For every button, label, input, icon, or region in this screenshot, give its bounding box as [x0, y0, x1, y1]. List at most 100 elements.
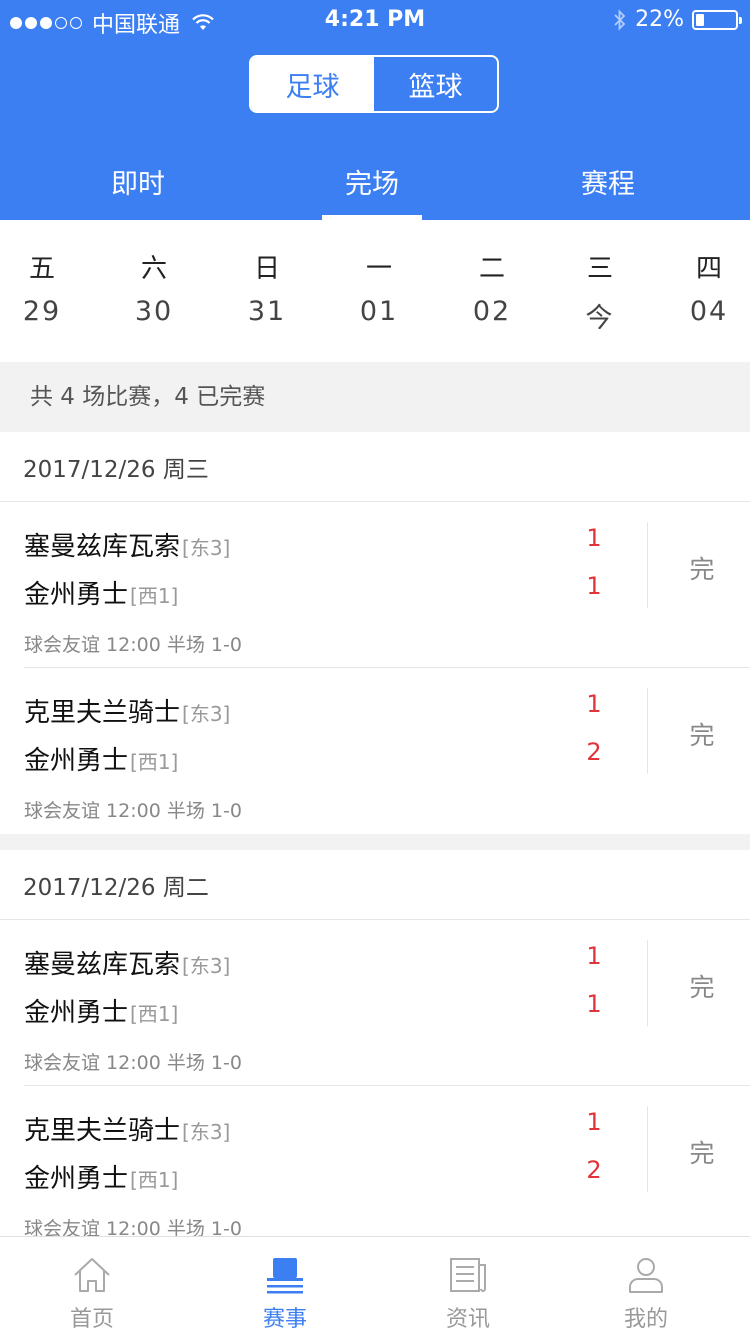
match-meta: 球会友谊 12:00 半场 1-0	[24, 1052, 242, 1074]
date-weekday: 一	[365, 254, 392, 284]
team-name: 克里夫兰骑士	[24, 1116, 181, 1146]
team-name: 塞曼兹库瓦索	[24, 532, 181, 562]
date-number: 01	[359, 296, 399, 327]
team-name: 克里夫兰骑士	[24, 698, 181, 728]
home-team: 克里夫兰骑士 [东3]	[24, 1110, 230, 1147]
team-name: 金州勇士	[24, 1164, 129, 1194]
match-group: 2017/12/26 周二 塞曼兹库瓦索 [东3] 金州勇士 [西1] 1 1 完 …	[0, 850, 750, 1240]
date-weekday: 三	[586, 254, 613, 284]
home-team: 塞曼兹库瓦索 [东3]	[24, 526, 230, 563]
team-rank: [东3]	[182, 1120, 231, 1144]
away-team: 金州勇士 [西1]	[24, 992, 178, 1029]
date-number: 29	[22, 296, 62, 327]
bottom-nav: 首页 赛事 资讯 我的	[0, 1236, 750, 1334]
battery-percent: 22%	[635, 7, 684, 32]
app-header: 中国联通 4:21 PM 22% 足球 篮球 即时 完场 赛程	[0, 0, 750, 220]
match-row[interactable]: 塞曼兹库瓦索 [东3] 金州勇士 [西1] 1 1 完 球会友谊 12:00 半场 …	[24, 502, 750, 668]
team-rank: [西1]	[130, 584, 179, 608]
home-score: 1	[586, 690, 602, 718]
team-name: 金州勇士	[24, 746, 129, 776]
match-meta: 球会友谊 12:00 半场 1-0	[24, 800, 242, 822]
home-team: 克里夫兰骑士 [东3]	[24, 692, 230, 729]
group-date-header: 2017/12/26 周二	[0, 850, 750, 920]
team-rank: [东3]	[182, 702, 231, 726]
news-icon	[450, 1258, 486, 1292]
sport-switch: 足球 篮球	[249, 55, 499, 113]
tab-schedule[interactable]: 赛程	[538, 162, 678, 201]
date-weekday: 四	[695, 254, 722, 284]
match-group: 2017/12/26 周三 塞曼兹库瓦索 [东3] 金州勇士 [西1] 1 1 完 …	[0, 432, 750, 834]
date-number: 31	[247, 296, 287, 327]
nav-label: 资讯	[445, 1307, 490, 1332]
match-status: 完	[689, 555, 715, 584]
team-rank: [东3]	[182, 954, 231, 978]
away-score: 2	[586, 738, 602, 766]
row-divider	[647, 1106, 648, 1192]
away-score: 1	[586, 990, 602, 1018]
nav-matches[interactable]: 赛事	[225, 1237, 345, 1334]
date-weekday: 五	[28, 254, 55, 284]
team-name: 金州勇士	[24, 580, 129, 610]
date-number: 02	[472, 296, 512, 327]
away-team: 金州勇士 [西1]	[24, 574, 178, 611]
status-right: 22%	[613, 7, 742, 32]
team-name: 金州勇士	[24, 998, 129, 1028]
group-date-header: 2017/12/26 周三	[0, 432, 750, 502]
date-strip: 五 29 六 30 日 31 一 01 二 02 三 今 四 04	[0, 220, 750, 362]
team-rank: [东3]	[182, 536, 231, 560]
date-item[interactable]: 六 30	[114, 248, 194, 327]
team-rank: [西1]	[130, 750, 179, 774]
tab-bar: 即时 完场 赛程	[0, 150, 750, 220]
row-divider	[647, 688, 648, 774]
nav-news[interactable]: 资讯	[408, 1237, 528, 1334]
date-item[interactable]: 五 29	[2, 248, 82, 327]
home-score: 1	[586, 942, 602, 970]
nav-me[interactable]: 我的	[586, 1237, 706, 1334]
row-divider	[647, 940, 648, 1026]
match-row[interactable]: 塞曼兹库瓦索 [东3] 金州勇士 [西1] 1 1 完 球会友谊 12:00 半场 …	[24, 920, 750, 1086]
row-divider	[647, 522, 648, 608]
date-number: 30	[134, 296, 174, 327]
user-icon	[629, 1258, 663, 1293]
date-number: 今	[585, 303, 615, 334]
status-bar: 中国联通 4:21 PM 22%	[0, 0, 750, 40]
away-team: 金州勇士 [西1]	[24, 1158, 178, 1195]
match-row[interactable]: 克里夫兰骑士 [东3] 金州勇士 [西1] 1 2 完 球会友谊 12:00 半场 …	[24, 668, 750, 834]
match-meta: 球会友谊 12:00 半场 1-0	[24, 634, 242, 656]
date-number: 04	[689, 296, 729, 327]
date-item[interactable]: 四 04	[669, 248, 749, 327]
date-item[interactable]: 二 02	[452, 248, 532, 327]
sport-basketball-button[interactable]: 篮球	[374, 57, 497, 111]
home-icon	[74, 1258, 110, 1292]
battery-icon	[692, 9, 742, 30]
date-item-today[interactable]: 三 今	[560, 248, 640, 335]
tab-live[interactable]: 即时	[68, 162, 208, 201]
match-status: 完	[689, 1139, 715, 1168]
team-rank: [西1]	[130, 1002, 179, 1026]
date-item[interactable]: 日 31	[227, 248, 307, 327]
sport-football-button[interactable]: 足球	[251, 57, 374, 111]
match-status: 完	[689, 973, 715, 1002]
date-weekday: 二	[478, 254, 505, 284]
nav-label: 首页	[69, 1307, 114, 1332]
match-row[interactable]: 克里夫兰骑士 [东3] 金州勇士 [西1] 1 2 完 球会友谊 12:00 半场 …	[24, 1086, 750, 1252]
date-weekday: 六	[140, 254, 167, 284]
home-score: 1	[586, 524, 602, 552]
nav-label: 赛事	[262, 1307, 307, 1332]
match-status: 完	[689, 721, 715, 750]
home-team: 塞曼兹库瓦索 [东3]	[24, 944, 230, 981]
team-rank: [西1]	[130, 1168, 179, 1192]
team-name: 塞曼兹库瓦索	[24, 950, 181, 980]
nav-label: 我的	[623, 1307, 668, 1332]
nav-home[interactable]: 首页	[32, 1237, 152, 1334]
tab-finished[interactable]: 完场	[302, 162, 442, 201]
date-item[interactable]: 一 01	[339, 248, 419, 327]
bluetooth-icon	[614, 8, 626, 31]
date-weekday: 日	[253, 254, 280, 284]
away-score: 2	[586, 1156, 602, 1184]
away-team: 金州勇士 [西1]	[24, 740, 178, 777]
home-score: 1	[586, 1108, 602, 1136]
matches-icon	[267, 1258, 303, 1294]
match-summary: 共 4 场比赛，4 已完赛	[0, 362, 750, 432]
away-score: 1	[586, 572, 602, 600]
